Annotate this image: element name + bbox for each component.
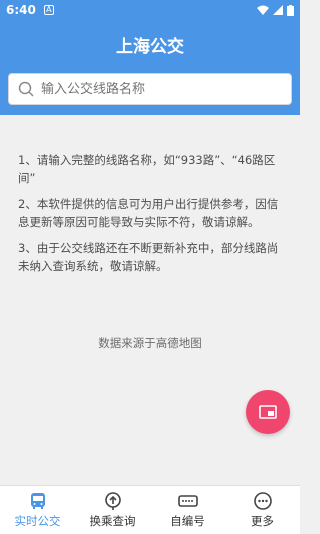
tab-label: 换乘查询 [89,514,136,528]
notification-icon: A [43,5,54,15]
status-bar: 6:40 A [0,0,300,20]
more-icon [253,492,272,510]
bottom-tab-bar: 实时公交 换乘查询 自编号 更多 [0,485,300,534]
note-1: 1、请输入完整的线路名称，如“933路”、“46路区间” [18,153,276,185]
search-input[interactable] [41,81,281,97]
bus-icon [30,493,45,509]
status-icons [257,4,294,16]
tab-label: 自编号 [170,514,205,528]
tab-more[interactable]: 更多 [225,486,300,534]
tab-label: 实时公交 [14,514,61,528]
card-icon [177,495,198,507]
notes: 1、请输入完整的线路名称，如“933路”、“46路区间” 2、本软件提供的信息可… [18,151,288,283]
tab-self-number[interactable]: 自编号 [150,486,225,534]
tab-realtime-bus[interactable]: 实时公交 [0,486,75,534]
wifi-icon [257,5,269,15]
data-source: 数据来源于高德地图 [98,336,202,350]
route-icon [104,492,121,510]
search-icon [17,80,35,98]
page-title: 上海公交 [116,37,184,57]
app-header: 上海公交 [0,20,300,115]
battery-icon [287,4,294,16]
search-bar[interactable] [8,73,292,105]
tab-transfer[interactable]: 换乘查询 [75,486,150,534]
signal-icon [273,5,283,15]
note-3: 3、由于公交线路还在不断更新补充中，部分线路尚未纳入查询系统，敬请谅解。 [18,241,279,273]
window-icon [259,405,277,419]
fab-button[interactable] [246,390,290,434]
tab-label: 更多 [251,514,274,528]
note-2: 2、本软件提供的信息可为用户出行提供参考，因信息更新等原因可能导致与实际不符，敬… [18,197,279,229]
status-time: 6:40 [6,3,36,17]
